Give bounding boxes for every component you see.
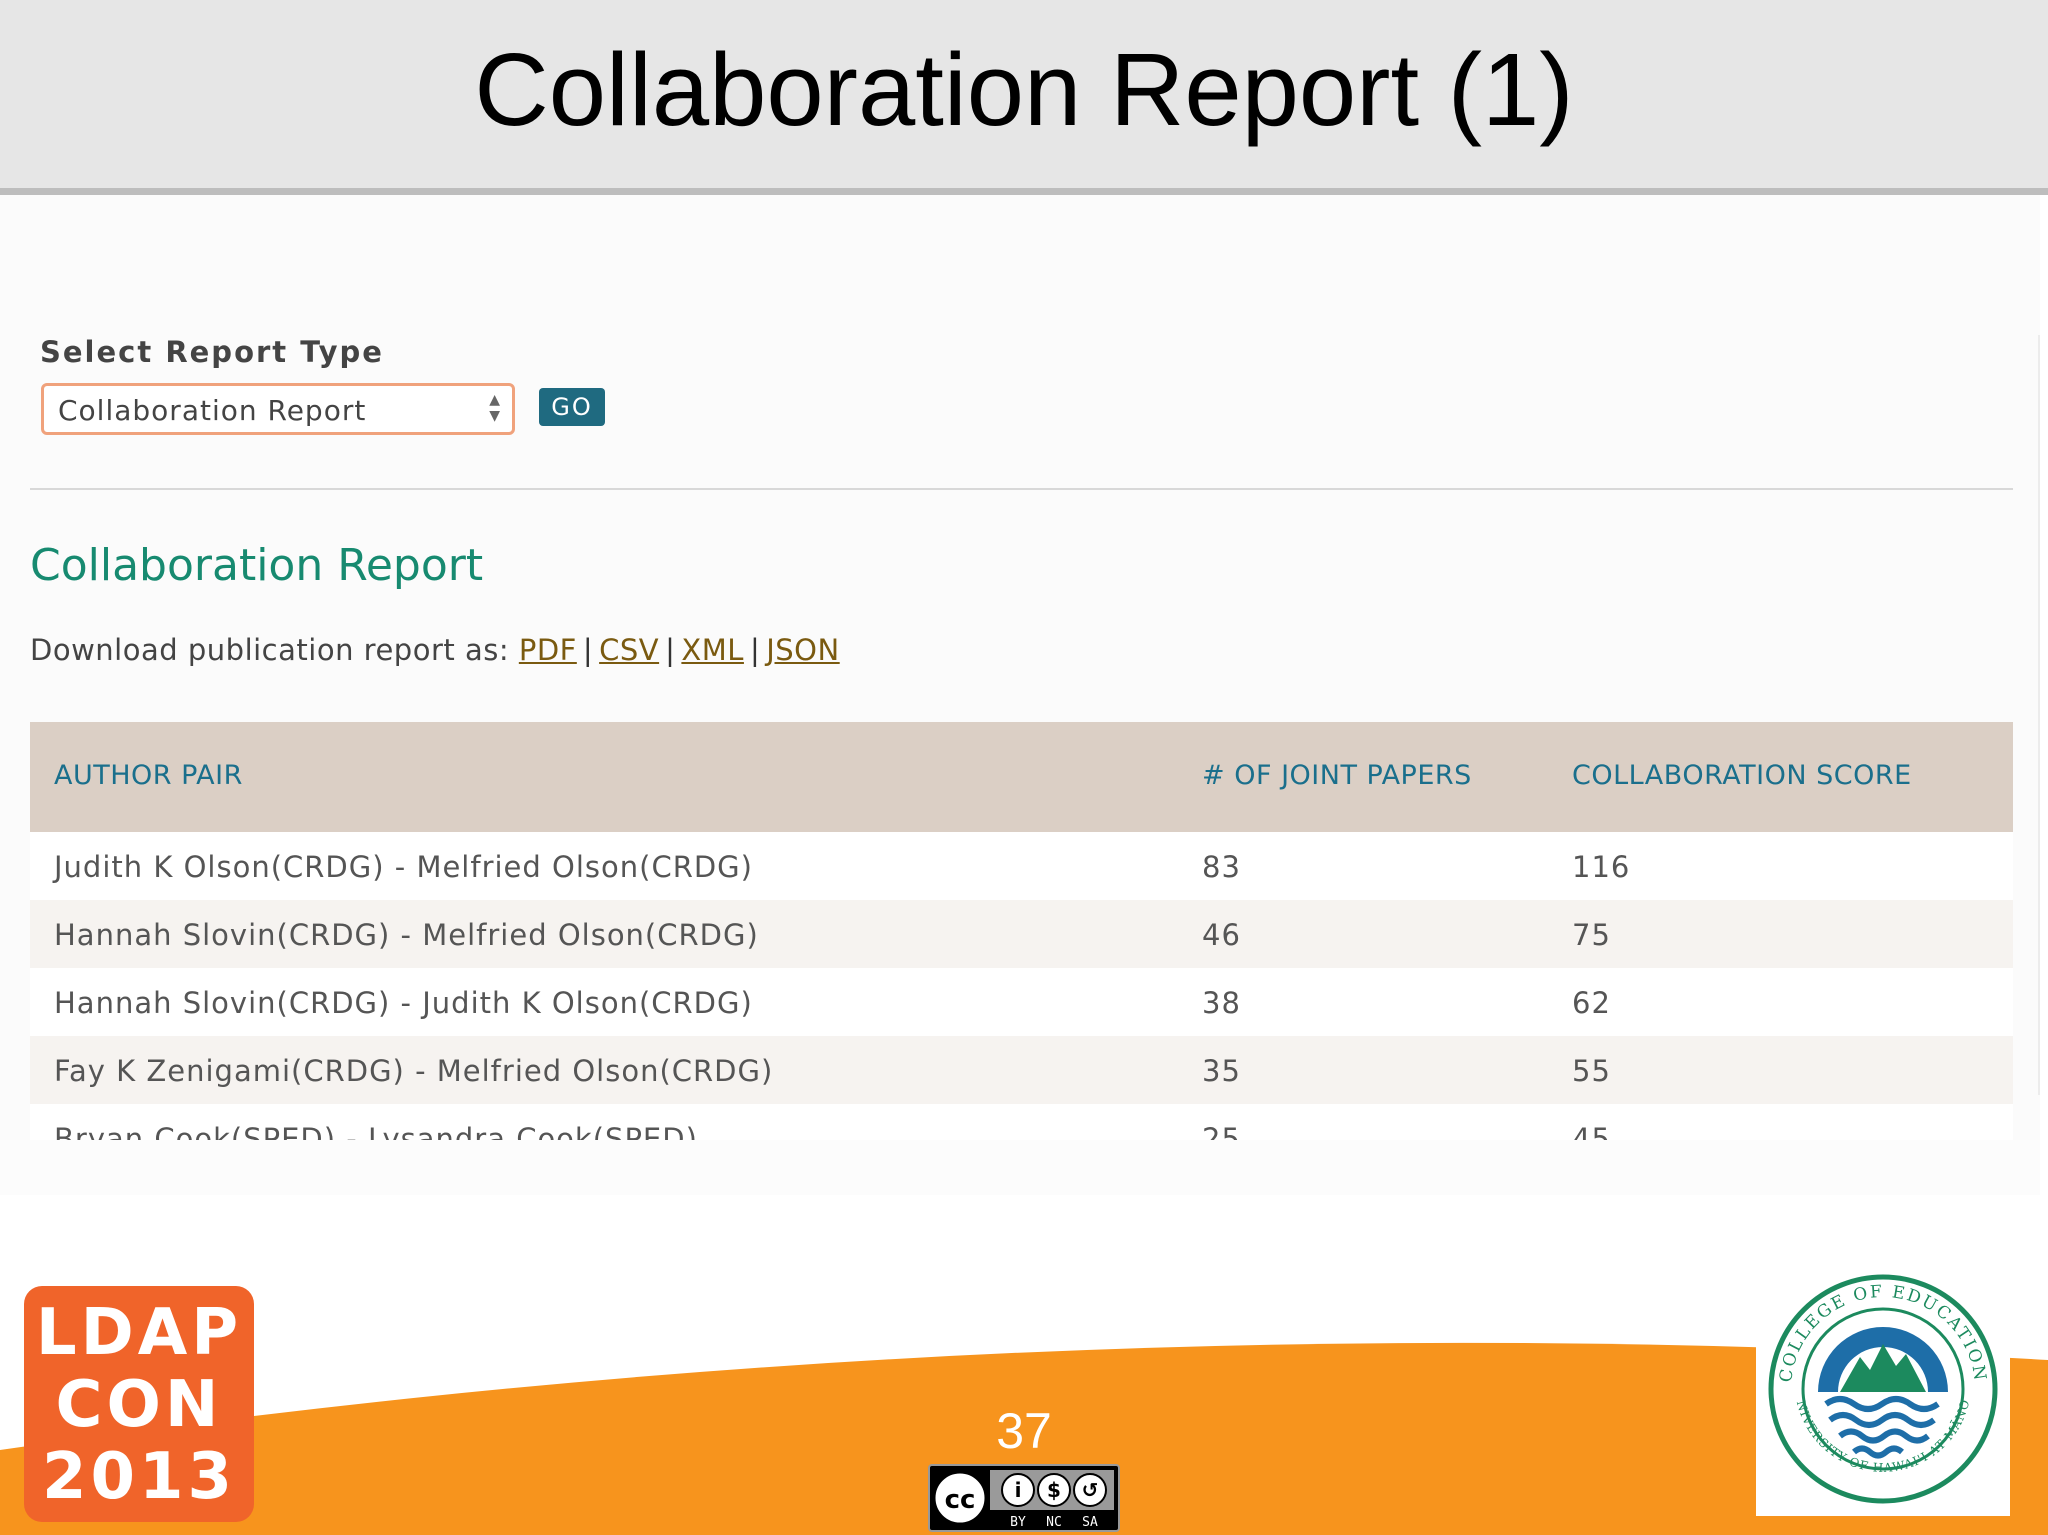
joint-papers-cell: 46: [1202, 918, 1241, 952]
link-separator: |: [582, 633, 594, 667]
page-number: 37: [996, 1403, 1052, 1459]
svg-text:↺: ↺: [1082, 1478, 1099, 1502]
report-type-select[interactable]: Collaboration Report ▲ ▼: [41, 383, 515, 435]
go-button[interactable]: GO: [539, 388, 605, 426]
report-screenshot: Select Report Type Collaboration Report …: [0, 195, 2040, 1195]
college-of-education-seal: COLLEGE OF EDUCATION UNIVERSITY OF HAWAI…: [1750, 1251, 2010, 1516]
link-separator: |: [749, 633, 761, 667]
seal-graphic: COLLEGE OF EDUCATION UNIVERSITY OF HAWAI…: [1750, 1251, 1998, 1504]
column-header-author-pair[interactable]: AUTHOR PAIR: [54, 760, 243, 791]
download-prefix: Download publication report as:: [30, 633, 510, 667]
column-header-joint-papers[interactable]: # OF JOINT PAPERS: [1202, 760, 1472, 791]
table-row: Hannah Slovin(CRDG) - Judith K Olson(CRD…: [30, 968, 2013, 1036]
author-pair-cell: Hannah Slovin(CRDG) - Melfried Olson(CRD…: [54, 918, 759, 952]
report-heading: Collaboration Report: [30, 540, 484, 591]
author-pair-cell: Judith K Olson(CRDG) - Melfried Olson(CR…: [54, 850, 753, 884]
download-json-link[interactable]: JSON: [766, 633, 839, 667]
svg-text:cc: cc: [945, 1485, 976, 1515]
cc-license-badge: cc i $ ↺ BY NC SA: [928, 1464, 1120, 1532]
cc-by-text: BY: [1010, 1515, 1026, 1530]
collaboration-score-cell: 116: [1572, 850, 1631, 884]
download-xml-link[interactable]: XML: [681, 633, 744, 667]
select-report-type-label: Select Report Type: [40, 335, 384, 369]
report-type-selected-value: Collaboration Report: [58, 394, 367, 427]
collaboration-score-cell: 75: [1572, 918, 1611, 952]
table-header-row: AUTHOR PAIR # OF JOINT PAPERS COLLABORAT…: [30, 722, 2013, 832]
ldap-logo-line: LDAP: [35, 1296, 243, 1370]
author-pair-cell: Hannah Slovin(CRDG) - Judith K Olson(CRD…: [54, 986, 753, 1020]
cc-icons: cc i $ ↺ BY NC SA: [932, 1470, 1114, 1530]
collaboration-score-cell: 62: [1572, 986, 1611, 1020]
download-csv-link[interactable]: CSV: [599, 633, 659, 667]
collaboration-score-cell: 55: [1572, 1054, 1611, 1088]
collaboration-table: AUTHOR PAIR # OF JOINT PAPERS COLLABORAT…: [30, 722, 2013, 1172]
cc-nc-text: NC: [1046, 1515, 1062, 1530]
screenshot-edge: [2038, 335, 2040, 1095]
table-row: Hannah Slovin(CRDG) - Melfried Olson(CRD…: [30, 900, 2013, 968]
slide-title-bar: Collaboration Report (1): [0, 0, 2048, 195]
slide-title: Collaboration Report (1): [474, 32, 1574, 147]
select-updown-icon: ▲ ▼: [489, 392, 500, 424]
link-separator: |: [665, 633, 676, 667]
table-row: Judith K Olson(CRDG) - Melfried Olson(CR…: [30, 832, 2013, 900]
joint-papers-cell: 38: [1202, 986, 1241, 1020]
joint-papers-cell: 83: [1202, 850, 1241, 884]
joint-papers-cell: 35: [1202, 1054, 1241, 1088]
divider: [30, 488, 2013, 490]
download-links: Download publication report as: PDF | CSV |…: [30, 633, 840, 667]
download-pdf-link[interactable]: PDF: [519, 633, 577, 667]
author-pair-cell: Fay K Zenigami(CRDG) - Melfried Olson(CR…: [54, 1054, 774, 1088]
column-header-collaboration-score[interactable]: COLLABORATION SCORE: [1572, 760, 1912, 791]
screenshot-crop-mask: [0, 1140, 2040, 1195]
svg-text:i: i: [1015, 1478, 1022, 1502]
cc-sa-text: SA: [1082, 1515, 1098, 1530]
table-row: Fay K Zenigami(CRDG) - Melfried Olson(CR…: [30, 1036, 2013, 1104]
svg-text:$: $: [1047, 1478, 1061, 1502]
